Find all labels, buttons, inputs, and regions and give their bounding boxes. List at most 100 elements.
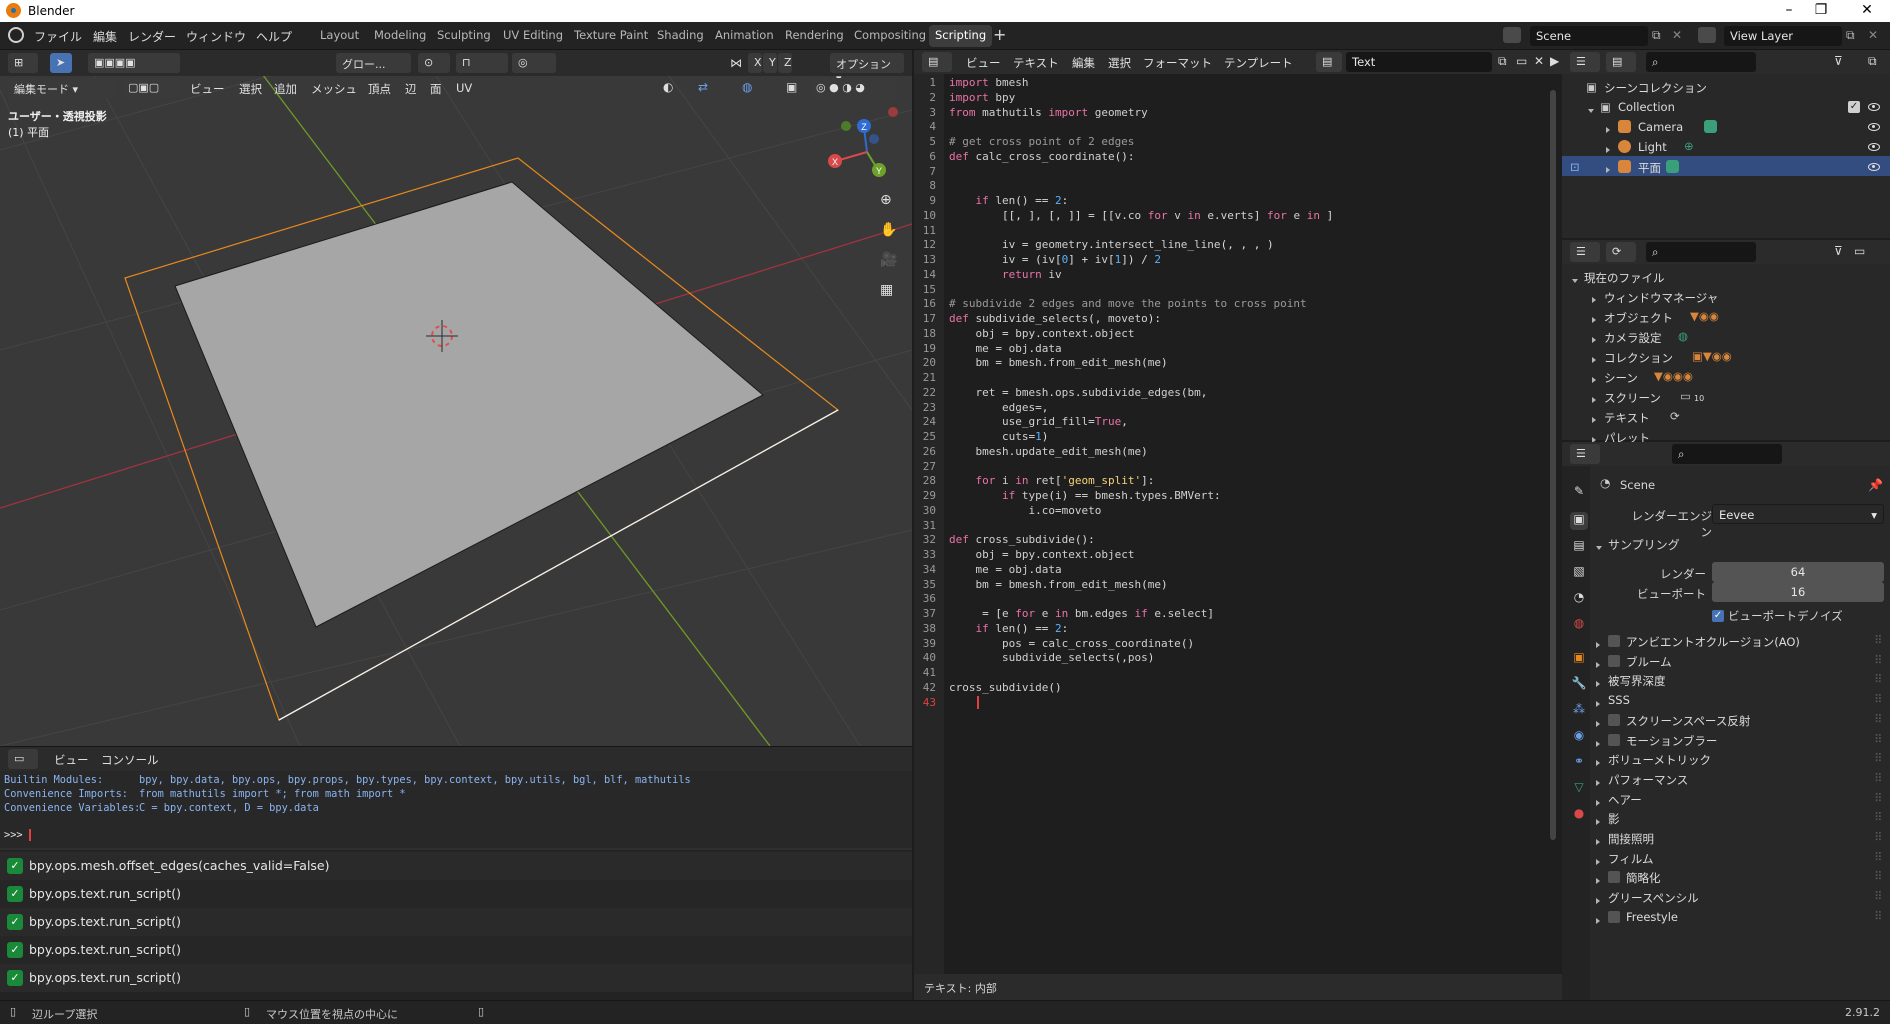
expand-triangle-icon[interactable] [1596,546,1602,550]
drag-handle-icon[interactable]: ⠿ [1874,889,1882,903]
select-mode-buttons[interactable]: ▣▣▣▣ [88,53,180,73]
xray-icon[interactable]: ▣ [786,80,797,94]
expand-triangle-icon[interactable] [1596,760,1600,767]
log-row[interactable]: ✓ bpy.ops.text.run_script() [0,880,912,908]
tab-rendering[interactable]: Rendering [779,25,850,47]
tree-row-data[interactable]: コレクション ▣▼◉◉ [1562,346,1890,366]
drag-handle-icon[interactable]: ⠿ [1874,909,1882,923]
text-datablock-icon[interactable]: ▤ [1316,52,1342,72]
editor-type-icon[interactable]: ⊞ [8,53,38,73]
particles-tab-icon[interactable]: ⁂ [1570,702,1588,720]
python-console[interactable]: ▭ ビュー コンソール Builtin Modules: bpy, bpy.da… [0,746,912,848]
te-menu-templates[interactable]: テンプレート [1224,55,1293,71]
edit-mode-icon[interactable]: ⊡ [1570,160,1580,174]
drag-handle-icon[interactable]: ⠿ [1874,791,1882,805]
text-name-field[interactable]: Text [1346,52,1492,72]
tree-row-current-file[interactable]: 現在のファイル [1562,266,1890,286]
console-menu-console[interactable]: コンソール [101,752,159,768]
expand-triangle-icon[interactable] [1596,779,1600,786]
tree-row-scene-collection[interactable]: ▣ シーンコレクション [1562,76,1890,96]
properties-panel-header[interactable]: Freestyle ⠿ [1592,906,1890,930]
expand-triangle-icon[interactable] [1596,858,1600,865]
new-scene-icon[interactable]: ⧉ [1652,28,1661,43]
menu-mesh[interactable]: メッシュ [311,81,357,97]
scrollbar[interactable] [1550,90,1556,840]
view-layer-icon[interactable] [1698,27,1716,43]
menu-file[interactable]: ファイル [34,28,82,45]
run-script-icon[interactable]: ▶ [1550,54,1559,68]
visibility-eye-icon[interactable] [1868,103,1880,111]
drag-handle-icon[interactable]: ⠿ [1874,732,1882,746]
gizmo-toggle-icon[interactable]: ⇄ [698,80,708,94]
expand-triangle-icon[interactable] [1572,279,1578,283]
proportional-edit-icon[interactable]: ◎ [512,53,556,73]
menu-vertex[interactable]: 頂点 [368,81,391,97]
expand-triangle-icon[interactable] [1596,839,1600,845]
mode-dropdown[interactable]: 編集モード ▾ [8,78,116,98]
physics-tab-icon[interactable]: ◉ [1570,728,1588,746]
viewport-canvas[interactable]: Z Y X [0,50,912,746]
expand-triangle-icon[interactable] [1606,127,1610,133]
open-text-icon[interactable]: ▭ [1516,54,1527,68]
panel-enable-checkbox[interactable] [1608,713,1620,726]
expand-triangle-icon[interactable] [1592,337,1596,343]
material-tab-icon[interactable]: ● [1570,806,1588,824]
remove-scene-icon[interactable]: ✕ [1672,28,1682,42]
menu-edge[interactable]: 辺 [405,81,417,97]
tree-row-data[interactable]: シーン ▼◉◉◉ [1562,366,1890,386]
display-mode-icon[interactable]: ▤ [1606,52,1636,72]
tab-sculpting[interactable]: Sculpting [431,25,497,47]
tool-tab-icon[interactable]: ✎ [1570,484,1588,502]
visibility-eye-icon[interactable] [1868,163,1880,171]
tree-row-data[interactable]: スクリーン ▭ 10 [1562,386,1890,406]
outliner-editor-type-icon[interactable]: ☰ [1570,52,1600,72]
tab-layout[interactable]: Layout [314,25,365,47]
tab-modeling[interactable]: Modeling [368,25,432,47]
options-dropdown[interactable]: オプション ▾ [830,53,904,85]
console-menu-view[interactable]: ビュー [54,752,89,768]
pivot-point-icon[interactable]: ⊙ [418,53,450,73]
console-editor-type-icon[interactable]: ▭ [8,749,38,769]
drag-handle-icon[interactable]: ⠿ [1874,810,1882,824]
properties-editor-type-icon[interactable]: ☰ [1570,444,1600,464]
expand-triangle-icon[interactable] [1592,377,1596,383]
tree-row-plane[interactable]: ⊡ 平面 [1562,156,1890,176]
filter-icon[interactable]: ⊽ [1834,54,1843,68]
modifier-tab-icon[interactable]: 🔧 [1570,676,1588,694]
new-text-icon[interactable]: ⧉ [1498,54,1507,69]
panel-enable-checkbox[interactable] [1608,654,1620,667]
mirror-x-toggle[interactable]: X [748,53,762,73]
code-area[interactable]: 1 import bmesh 2 import bpy 3 from mathutils … [914,76,1554,966]
menu-edit[interactable]: 編集 [93,28,117,45]
ortho-grid-icon[interactable]: ▦ [880,282,893,298]
outliner[interactable]: ☰ ▤ ⌕ ⊽ ⧉ ▣ シーンコレクション ▣ Collection ✓ Cam… [1562,50,1890,238]
expand-triangle-icon[interactable] [1596,642,1600,648]
panel-enable-checkbox[interactable] [1608,871,1620,884]
snap-icon[interactable]: ⊓ [456,53,508,73]
menu-add[interactable]: 追加 [274,81,297,97]
log-row[interactable]: ✓ bpy.ops.text.run_script() [0,936,912,964]
select-mode-vertex-edge-face[interactable]: ▢▣▢ [122,78,180,98]
drag-handle-icon[interactable]: ⠿ [1874,869,1882,883]
remove-view-layer-icon[interactable]: ✕ [1868,28,1878,42]
drag-handle-icon[interactable]: ⠿ [1874,672,1882,686]
tree-row-light[interactable]: Light ⊕ [1562,136,1890,156]
expand-triangle-icon[interactable] [1592,317,1596,323]
tree-row-collection[interactable]: ▣ Collection ✓ [1562,96,1890,116]
expand-triangle-icon[interactable] [1592,397,1596,403]
3d-viewport[interactable]: Z Y X ⊞ ➤ ▣▣▣▣ グロー... ⊙ ⊓ ◎ ⋈ X Y Z オプショ… [0,50,912,746]
expand-triangle-icon[interactable] [1596,898,1600,905]
visibility-icon[interactable]: ◐ [663,80,673,94]
maximize-button[interactable]: ❐ [1806,2,1836,18]
drag-handle-icon[interactable]: ⠿ [1874,653,1882,667]
drag-handle-icon[interactable]: ⠿ [1874,850,1882,864]
expand-triangle-icon[interactable] [1596,740,1600,747]
tree-row-data[interactable]: テキスト ⟳ [1562,406,1890,426]
properties-search[interactable]: ⌕ [1672,444,1782,464]
scene-selector-icon[interactable] [1503,27,1521,43]
view-layer-tab-icon[interactable]: ▧ [1570,564,1588,582]
zoom-icon[interactable]: ⊕ [880,192,892,208]
minimize-button[interactable]: – [1774,2,1804,18]
blender-menu-icon[interactable] [8,27,24,43]
text-editor-type-icon[interactable]: ▤ [922,52,952,72]
